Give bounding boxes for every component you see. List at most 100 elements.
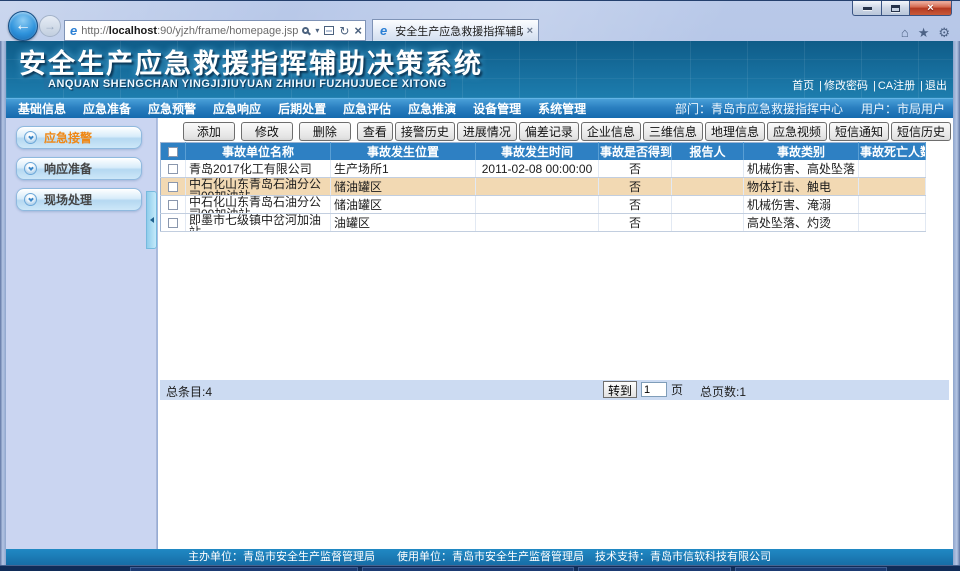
cell-controlled: 否	[599, 178, 672, 196]
toolbar-button[interactable]: 添加	[183, 122, 235, 141]
address-bar[interactable]: e http://localhost:90/yjzh/frame/homepag…	[64, 20, 366, 41]
table-row[interactable]: 即墨市七级镇中岔河加油站 油罐区 否 高处坠落、灼烫	[161, 214, 926, 232]
cell-time	[476, 196, 599, 214]
forward-icon: →	[44, 19, 56, 33]
toolbar: 添加修改删除查看接警历史进展情况偏差记录企业信息三维信息地理信息应急视频短信通知…	[183, 122, 951, 141]
sidebar-item[interactable]: 应急接警	[16, 126, 142, 149]
browser-tab[interactable]: e 安全生产应急救援指挥辅助... ×	[372, 19, 539, 41]
toolbar-button[interactable]: 三维信息	[643, 122, 703, 141]
toolbar-button[interactable]: 短信通知	[829, 122, 889, 141]
cell-unit-name: 即墨市七级镇中岔河加油站	[189, 214, 327, 231]
toolbar-button[interactable]: 短信历史	[891, 122, 951, 141]
forward-button[interactable]: →	[39, 15, 61, 37]
search-dropdown-icon[interactable]: ▾	[315, 26, 319, 35]
window-border-right	[953, 41, 960, 565]
app-header: 安全生产应急救援指挥辅助决策系统 ANQUAN SHENGCHAN YINGJI…	[6, 41, 953, 98]
toolbar-button[interactable]: 进展情况	[457, 122, 517, 141]
menu-item[interactable]: 应急预警	[148, 100, 196, 117]
menu-item[interactable]: 应急响应	[213, 100, 261, 117]
menu-item[interactable]: 设备管理	[473, 100, 521, 117]
pagination-bar: 总条目:4 转到 页 总页数:1	[160, 380, 949, 400]
sidebar-item[interactable]: 响应准备	[16, 157, 142, 180]
menu-item[interactable]: 后期处置	[278, 100, 326, 117]
back-button[interactable]: ←	[8, 11, 38, 41]
taskbar-sliver	[0, 565, 960, 571]
menu-item[interactable]: 应急准备	[83, 100, 131, 117]
cell-location: 储油罐区	[331, 178, 476, 196]
goto-page-button[interactable]: 转到	[603, 381, 637, 398]
table-row[interactable]: 青岛2017化工有限公司 生产场所1 2011-02-08 00:00:00 否…	[161, 160, 926, 178]
minimize-button[interactable]	[852, 1, 881, 16]
compatibility-view-icon[interactable]	[324, 26, 334, 35]
settings-gear-icon[interactable]: ⚙	[938, 25, 950, 41]
cell-reporter	[672, 214, 744, 232]
row-checkbox[interactable]	[168, 182, 178, 192]
col-header: 事故发生时间	[476, 143, 599, 161]
toolbar-button[interactable]: 删除	[299, 122, 351, 141]
menu-item[interactable]: 应急推演	[408, 100, 456, 117]
col-header: 事故死亡人数	[859, 143, 926, 161]
page-number-input[interactable]	[641, 382, 667, 397]
main-content: 添加修改删除查看接警历史进展情况偏差记录企业信息三维信息地理信息应急视频短信通知…	[158, 118, 953, 549]
page-unit-label: 页	[671, 381, 683, 398]
url-text[interactable]: http://localhost:90/yjzh/frame/homepage.…	[81, 25, 302, 37]
incident-table: 事故单位名称 事故发生位置 事故发生时间 事故是否得到控制 报告人 事故类别 事…	[160, 142, 926, 232]
total-pages-label: 总页数:1	[700, 383, 746, 400]
cell-unit-name: 中石化山东青岛石油分公司09加油站	[189, 196, 327, 213]
toolbar-button[interactable]: 偏差记录	[519, 122, 579, 141]
chevron-down-icon	[24, 193, 37, 206]
col-header: 事故是否得到控制	[599, 143, 672, 161]
page-title: 安全生产应急救援指挥辅助决策系统	[19, 42, 483, 81]
toolbar-button[interactable]: 企业信息	[581, 122, 641, 141]
menu-item[interactable]: 应急评估	[343, 100, 391, 117]
toolbar-button[interactable]: 地理信息	[705, 122, 765, 141]
header-link[interactable]: CA注册	[868, 77, 915, 93]
select-all-checkbox[interactable]	[168, 147, 178, 157]
row-checkbox[interactable]	[168, 164, 178, 174]
tab-close-icon[interactable]: ×	[527, 25, 533, 37]
stop-icon[interactable]: ×	[354, 26, 362, 36]
tab-favicon: e	[380, 23, 387, 38]
col-header: 事故类别	[744, 143, 859, 161]
table-row[interactable]: 中石化山东青岛石油分公司09加油站 储油罐区 否 物体打击、触电	[161, 178, 926, 196]
maximize-button[interactable]	[881, 1, 909, 16]
cell-location: 储油罐区	[331, 196, 476, 214]
taskbar-button	[130, 567, 358, 571]
taskbar-button	[362, 567, 574, 571]
cell-time	[476, 178, 599, 196]
table-header-row: 事故单位名称 事故发生位置 事故发生时间 事故是否得到控制 报告人 事故类别 事…	[161, 143, 926, 161]
sidebar-collapse-handle[interactable]	[146, 191, 157, 249]
header-link[interactable]: 退出	[915, 77, 947, 93]
header-link[interactable]: 修改密码	[814, 77, 868, 93]
favorites-star-icon[interactable]: ★	[918, 25, 930, 41]
user-label: 用户：市局用户	[861, 100, 945, 117]
row-checkbox[interactable]	[168, 218, 178, 228]
cell-unit-name: 中石化山东青岛石油分公司09加油站	[189, 178, 327, 195]
toolbar-button[interactable]: 修改	[241, 122, 293, 141]
col-header: 报告人	[672, 143, 744, 161]
menu-item[interactable]: 基础信息	[18, 100, 66, 117]
chevron-down-icon	[24, 162, 37, 175]
toolbar-button[interactable]: 查看	[357, 122, 393, 141]
sidebar-item-label: 响应准备	[44, 160, 92, 177]
refresh-icon[interactable]: ↻	[339, 26, 349, 36]
row-checkbox[interactable]	[168, 200, 178, 210]
cell-reporter	[672, 160, 744, 178]
cell-deaths	[859, 178, 926, 196]
col-header: 事故发生位置	[331, 143, 476, 161]
page-subtitle-pinyin: ANQUAN SHENGCHAN YINGJIJIUYUAN ZHIHUI FU…	[44, 78, 451, 90]
header-links: 首页修改密码CA注册退出	[792, 77, 947, 93]
cell-reporter	[672, 196, 744, 214]
sidebar-item[interactable]: 现场处理	[16, 188, 142, 211]
toolbar-button[interactable]: 接警历史	[395, 122, 455, 141]
search-icon[interactable]	[302, 27, 309, 34]
sidebar-item-label: 应急接警	[44, 129, 92, 146]
table-row[interactable]: 中石化山东青岛石油分公司09加油站 储油罐区 否 机械伤害、淹溺	[161, 196, 926, 214]
close-button[interactable]: ×	[909, 1, 952, 16]
toolbar-button[interactable]: 应急视频	[767, 122, 827, 141]
header-link[interactable]: 首页	[792, 77, 814, 93]
close-icon: ×	[927, 2, 933, 14]
menu-item[interactable]: 系统管理	[538, 100, 586, 117]
home-icon[interactable]: ⌂	[901, 25, 909, 41]
main-menu-bar: 基础信息应急准备应急预警应急响应后期处置应急评估应急推演设备管理系统管理 部门：…	[6, 98, 953, 118]
